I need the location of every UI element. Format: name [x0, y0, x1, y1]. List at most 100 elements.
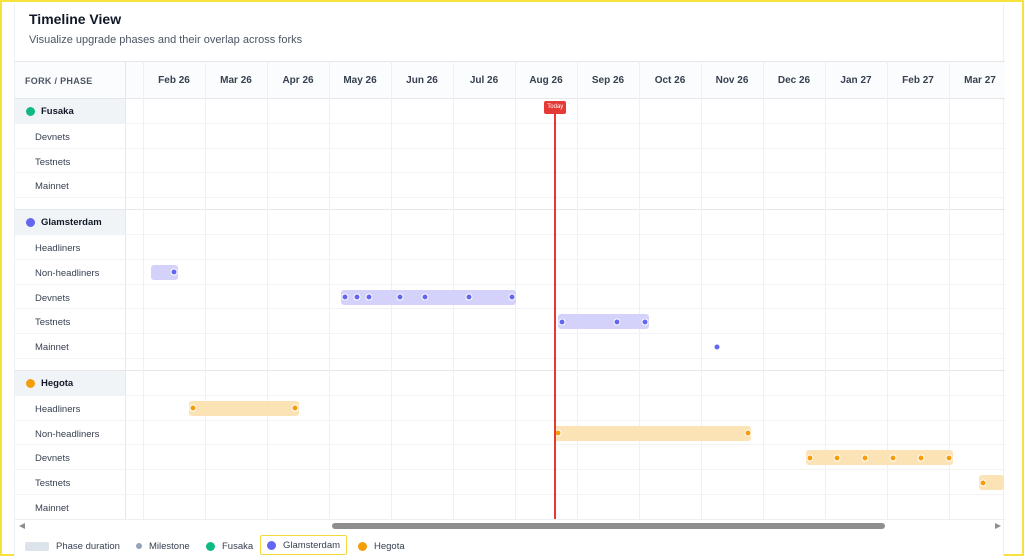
month-header: Oct 26 [654, 75, 686, 86]
month-header: Sep 26 [591, 75, 625, 86]
legend-milestone-label: Milestone [149, 540, 190, 552]
hegota-dot-icon [358, 541, 367, 551]
fusaka-dot-icon [206, 541, 215, 551]
fork-color-dot-icon [26, 107, 35, 116]
legend-milestone: Milestone [136, 536, 190, 556]
fork-color-dot-icon [26, 379, 35, 388]
phase-duration-bar[interactable] [554, 425, 752, 441]
scroll-right-icon[interactable] [995, 523, 1001, 529]
legend-fusaka-label: Fusaka [222, 540, 254, 552]
milestone-marker[interactable] [421, 293, 429, 301]
scroll-left-icon[interactable] [19, 523, 25, 529]
phase-row: Testnets [15, 309, 1005, 335]
milestone-marker[interactable] [613, 318, 621, 326]
milestone-marker[interactable] [744, 429, 751, 437]
milestone-marker[interactable] [889, 454, 897, 462]
horizontal-scrollbar[interactable] [15, 519, 1005, 531]
fork-row-fusaka[interactable]: Fusaka [15, 99, 1005, 124]
fork-name: Hegota [41, 378, 74, 389]
fork-name: Fusaka [41, 106, 74, 117]
phase-label: Non-headliners [35, 428, 100, 440]
phase-label: Mainnet [35, 503, 69, 514]
month-header: Jun 26 [406, 75, 438, 86]
window-frame: Timeline View Visualize upgrade phases a… [0, 0, 1024, 556]
month-header: Nov 26 [715, 75, 749, 86]
month-header: Aug 26 [529, 75, 563, 86]
phase-row: Headliners [15, 396, 1005, 421]
fork-header: Hegota [15, 371, 125, 396]
month-gridline [763, 61, 764, 519]
milestone-marker[interactable] [806, 454, 813, 462]
phase-row: Mainnet [15, 173, 1005, 199]
phase-row: Testnets [15, 149, 1005, 174]
phase-label: Headliners [35, 243, 81, 254]
milestone-marker[interactable] [641, 318, 649, 326]
phase-label: Testnets [35, 478, 71, 490]
phase-label: Devnets [35, 131, 70, 143]
fork-row-hegota[interactable]: Hegota [15, 371, 1005, 396]
milestone-marker[interactable] [558, 318, 565, 326]
milestone-marker[interactable] [396, 293, 404, 301]
legend-phase-duration: Phase duration [25, 536, 120, 556]
phase-label: Testnets [35, 156, 71, 168]
month-header: May 26 [343, 75, 377, 86]
milestone-marker[interactable] [833, 454, 841, 462]
phase-label: Mainnet [35, 181, 69, 193]
milestone-marker[interactable] [945, 454, 953, 462]
phase-label: Headliners [35, 403, 81, 415]
scroll-thumb[interactable] [332, 523, 885, 529]
legend-fusaka[interactable]: Fusaka [206, 536, 253, 556]
fork-row-glamsterdam[interactable]: Glamsterdam [15, 210, 1005, 236]
milestone-marker[interactable] [465, 293, 472, 301]
fork-color-dot-icon [26, 218, 35, 228]
milestone-marker[interactable] [861, 454, 869, 462]
phase-row: Devnets [15, 124, 1005, 149]
milestone-marker[interactable] [189, 404, 197, 412]
today-badge: Today [544, 101, 567, 114]
milestone-marker[interactable] [353, 293, 361, 301]
milestone-marker[interactable] [291, 404, 299, 412]
month-header: Feb 26 [158, 75, 190, 86]
milestone-dot-icon [136, 543, 142, 549]
phase-duration-bar[interactable] [188, 400, 299, 416]
fork-header: Glamsterdam [15, 210, 125, 236]
milestone-marker[interactable] [979, 479, 987, 487]
legend-glamsterdam[interactable]: Glamsterdam [260, 535, 348, 555]
fork-header: Fusaka [15, 99, 125, 124]
phase-duration-bar[interactable] [557, 314, 650, 330]
phase-row: Mainnet [15, 495, 1005, 520]
month-gridline [701, 61, 702, 519]
phase-duration-bar[interactable] [805, 450, 953, 466]
month-header: Apr 26 [282, 75, 314, 86]
month-gridline [143, 61, 144, 519]
month-gridline [205, 61, 206, 519]
page-subtitle: Visualize upgrade phases and their overl… [29, 34, 303, 46]
timeline-card: Timeline View Visualize upgrade phases a… [14, 4, 1005, 556]
milestone-marker[interactable] [365, 293, 373, 301]
phase-row: Testnets [15, 470, 1005, 495]
phase-row: Headliners [15, 235, 1005, 260]
legend: Phase duration Milestone Fusaka Glamster… [15, 534, 1005, 556]
month-gridline [577, 61, 578, 519]
month-header: Jan 27 [840, 75, 872, 86]
month-header: Dec 26 [777, 75, 811, 86]
milestone-marker[interactable] [508, 293, 516, 301]
legend-hegota-label: Hegota [374, 540, 405, 552]
milestone-marker[interactable] [170, 268, 178, 276]
legend-hegota[interactable]: Hegota [358, 536, 405, 556]
month-gridline [329, 61, 330, 519]
milestone-marker[interactable] [917, 454, 925, 462]
phase-label: Non-headliners [35, 267, 100, 279]
milestone-marker[interactable] [713, 343, 720, 351]
today-line [554, 102, 557, 519]
month-header: Mar 27 [964, 75, 996, 86]
month-header: Mar 26 [220, 75, 252, 86]
milestone-marker[interactable] [341, 293, 348, 301]
month-gridline [639, 61, 640, 519]
glamsterdam-dot-icon [267, 540, 276, 550]
legend-glamsterdam-label: Glamsterdam [283, 539, 341, 551]
phase-label: Devnets [35, 453, 70, 465]
month-header: Feb 27 [902, 75, 934, 86]
phase-row: Mainnet [15, 334, 1005, 359]
legend-phase-duration-label: Phase duration [56, 540, 120, 552]
